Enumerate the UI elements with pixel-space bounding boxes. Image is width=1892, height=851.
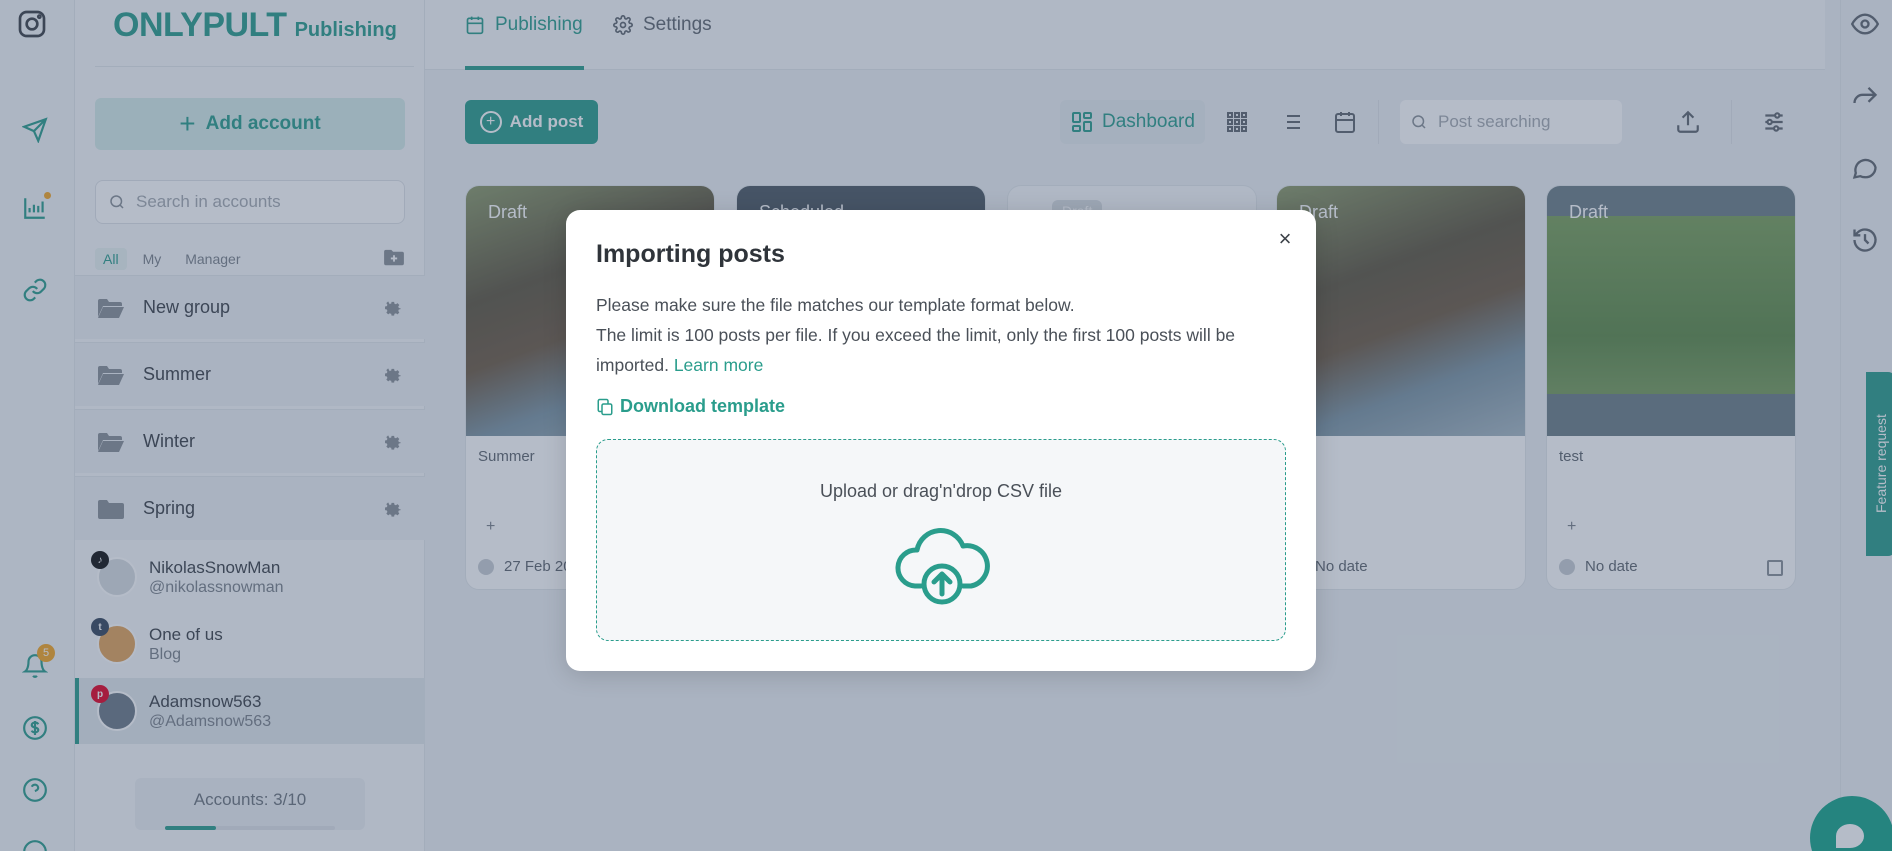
import-posts-modal: × Importing posts Please make sure the f…: [566, 210, 1316, 671]
modal-description: Please make sure the file matches our te…: [596, 290, 1286, 380]
cloud-upload-icon: [893, 522, 991, 608]
dropzone-label: Upload or drag'n'drop CSV file: [819, 481, 1062, 501]
download-template-label: Download template: [620, 396, 786, 416]
modal-title: Importing posts: [596, 240, 785, 268]
download-template-link[interactable]: Download template: [596, 396, 785, 417]
modal-line-1: Please make sure the file matches our te…: [596, 295, 1075, 315]
copy-icon: [597, 398, 613, 415]
learn-more-link[interactable]: Learn more: [674, 355, 764, 375]
csv-dropzone[interactable]: Upload or drag'n'drop CSV file: [596, 439, 1286, 641]
close-button[interactable]: ×: [1270, 224, 1300, 254]
